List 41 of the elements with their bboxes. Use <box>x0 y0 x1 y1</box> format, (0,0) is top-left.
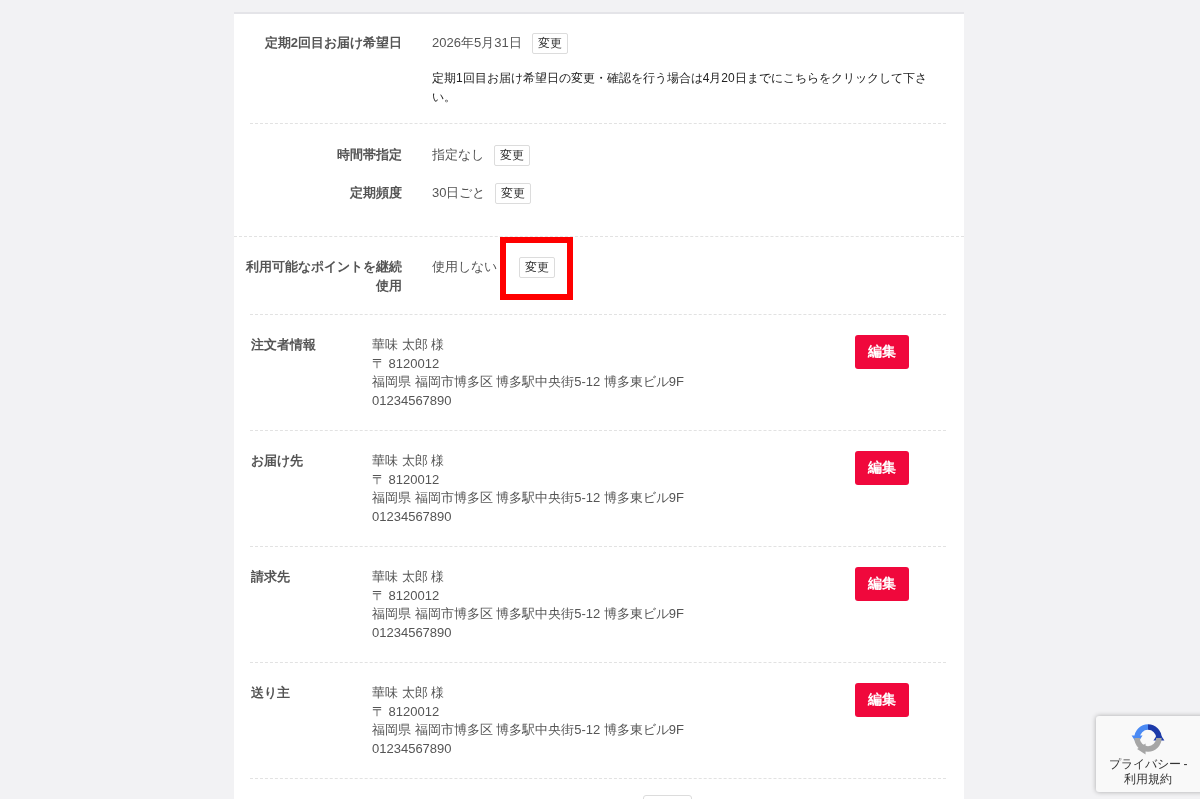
postal-code: 〒 8120012 <box>372 702 441 721</box>
address-text: 福岡県 福岡市博多区 博多駅中央街5-12 博多東ビル9F <box>372 605 686 623</box>
phone-number: 01234567890 <box>372 623 453 642</box>
section-label: 注文者情報 <box>251 336 317 354</box>
field-label: 定期2回目お届け希望日 <box>263 34 402 52</box>
postal-code: 〒 8120012 <box>372 354 441 373</box>
section-label: 請求先 <box>251 568 291 586</box>
address-text: 福岡県 福岡市博多区 博多駅中央街5-12 博多東ビル9F <box>372 373 686 391</box>
field-value: 2026年5月31日 <box>432 34 522 52</box>
edit-button[interactable]: 編集 <box>855 683 909 717</box>
field-label: 利用可能なポイントを継続使用 <box>245 258 402 295</box>
terms-link[interactable]: 利用規約 <box>1124 772 1172 787</box>
edit-button[interactable]: 編集 <box>855 567 909 601</box>
phone-number: 01234567890 <box>372 391 453 410</box>
phone-number: 01234567890 <box>372 739 453 758</box>
phone-number: 01234567890 <box>372 507 453 526</box>
recipient-name: 華味 太郎 様 <box>372 568 446 586</box>
section-label: 送り主 <box>251 684 291 702</box>
recipient-name: 華味 太郎 様 <box>372 684 446 702</box>
recipient-name: 華味 太郎 様 <box>372 452 446 470</box>
postal-code: 〒 8120012 <box>372 470 441 489</box>
recipient-name: 華味 太郎 様 <box>372 336 446 354</box>
circular-arrows-icon <box>1131 721 1165 755</box>
edit-button[interactable]: 編集 <box>855 335 909 369</box>
change-button[interactable]: 変更 <box>531 32 568 54</box>
field-label: 時間帯指定 <box>336 146 402 164</box>
field-value: 指定なし <box>432 146 484 164</box>
field-label: 定期頻度 <box>349 184 402 202</box>
change-button[interactable]: 変更 <box>494 144 530 166</box>
change-button[interactable]: 変更 <box>495 182 532 204</box>
notice-text: 定期1回目お届け希望日の変更・確認を行う場合は4月20日までにこちらをクリックして下さい。 <box>432 70 928 106</box>
privacy-link[interactable]: プライバシー <box>1108 757 1181 772</box>
address-text: 福岡県 福岡市博多区 博多駅中央街5-12 博多東ビル9F <box>372 489 686 507</box>
address-text: 福岡県 福岡市博多区 博多駅中央街5-12 博多東ビル9F <box>372 721 686 739</box>
link-separator: - <box>1183 757 1188 772</box>
field-value: 30日ごと <box>432 184 486 202</box>
field-value: 使用しない <box>432 258 497 276</box>
section-label: お届け先 <box>251 452 304 470</box>
edit-button[interactable]: 編集 <box>855 451 909 485</box>
postal-code: 〒 8120012 <box>372 586 441 605</box>
change-button[interactable]: 変更 <box>519 257 555 278</box>
